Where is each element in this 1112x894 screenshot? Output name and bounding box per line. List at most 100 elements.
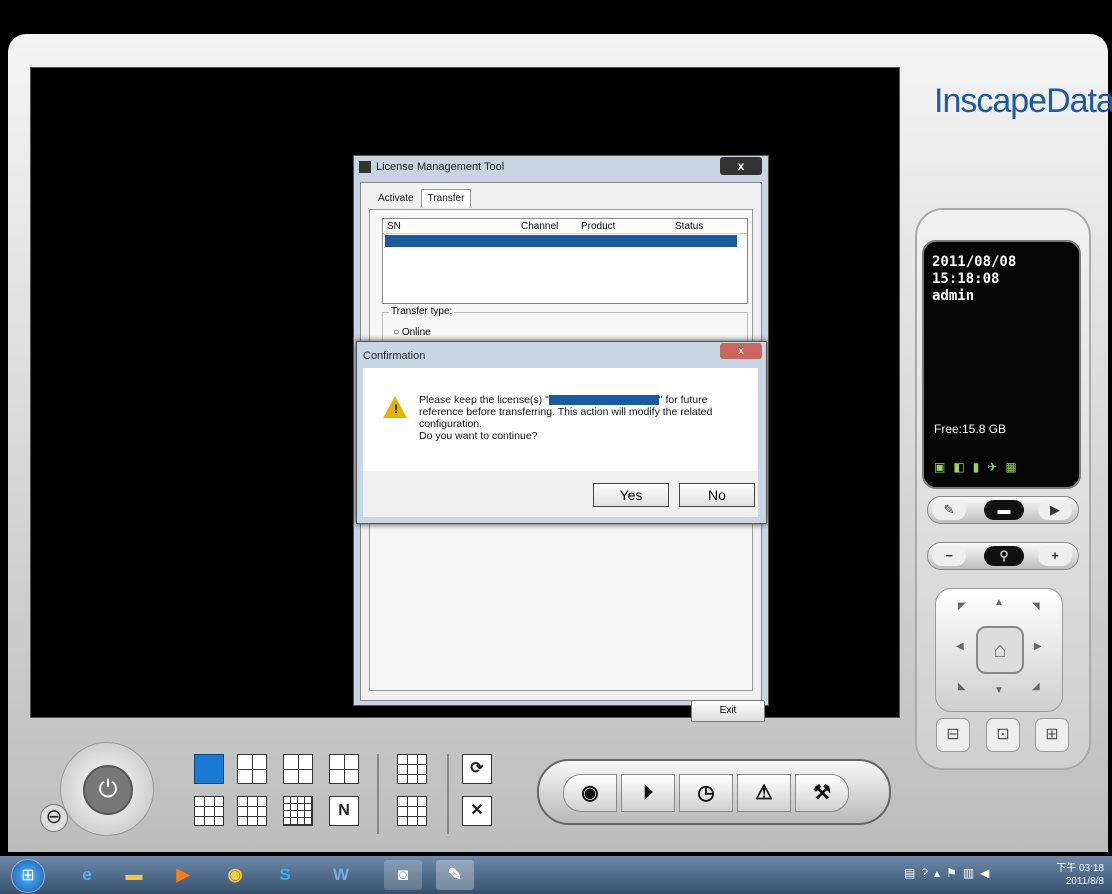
power-button[interactable]: ⏻ bbox=[60, 742, 154, 836]
fit-icon: ⊟ bbox=[946, 726, 960, 743]
left-arrow-icon[interactable]: ◀ bbox=[956, 641, 964, 652]
word-taskbar-button[interactable]: W bbox=[322, 860, 360, 890]
start-button[interactable]: ⊞ bbox=[11, 859, 45, 893]
zoom-out-button[interactable]: − bbox=[932, 546, 966, 566]
minimize-button[interactable]: ⊖ bbox=[40, 804, 68, 832]
close-button[interactable]: x bbox=[720, 157, 762, 175]
app-icon: ◙ bbox=[397, 865, 409, 884]
zoom-button[interactable]: ⚲ bbox=[984, 546, 1024, 566]
layout-9-button[interactable] bbox=[194, 796, 224, 826]
license-list[interactable]: SN Channel Product Status bbox=[382, 218, 748, 304]
word-icon: W bbox=[332, 865, 350, 884]
tab-activate[interactable]: Activate bbox=[371, 189, 421, 208]
plus-icon: + bbox=[1051, 548, 1059, 563]
col-channel[interactable]: Channel bbox=[521, 221, 558, 232]
button-bar: Yes No bbox=[363, 471, 758, 517]
layout-custom-button[interactable] bbox=[397, 754, 427, 784]
satellite-icon: ✈ bbox=[987, 460, 1006, 474]
up-right-arrow-icon[interactable]: ◥ bbox=[1032, 601, 1040, 612]
col-product[interactable]: Product bbox=[581, 221, 615, 232]
explorer-taskbar-button[interactable]: ▬ bbox=[115, 860, 153, 890]
down-arrow-icon[interactable]: ▼ bbox=[994, 685, 1004, 696]
fullscreen-icon: ✕ bbox=[470, 802, 484, 819]
app-icon bbox=[359, 161, 371, 173]
close-button[interactable]: x bbox=[720, 343, 762, 359]
settings-button[interactable]: ⚒ bbox=[795, 774, 849, 812]
speaker-icon: ◧ bbox=[953, 460, 973, 474]
minus-icon: − bbox=[945, 548, 953, 563]
layout-10-button[interactable] bbox=[237, 796, 267, 826]
layout-16-button[interactable] bbox=[283, 796, 313, 826]
confirmation-title: Confirmation bbox=[363, 350, 426, 362]
chrome-taskbar-button[interactable]: ◉ bbox=[216, 860, 254, 890]
play-icon: ▶ bbox=[1050, 502, 1060, 517]
playback-button[interactable]: ⏵ bbox=[621, 774, 675, 812]
ie-taskbar-button[interactable]: e bbox=[68, 860, 106, 890]
layout-8-button[interactable] bbox=[329, 754, 359, 784]
table-row[interactable] bbox=[385, 235, 737, 247]
expand-button[interactable]: ⊞ bbox=[1035, 718, 1069, 752]
layout-6-button[interactable] bbox=[283, 754, 313, 784]
clock[interactable]: 下午 03:18 2011/8/8 bbox=[1056, 862, 1104, 888]
license-title: License Management Tool bbox=[376, 161, 505, 173]
network-icon[interactable]: ▥ bbox=[963, 866, 980, 880]
col-sn[interactable]: SN bbox=[387, 221, 401, 232]
up-arrow-icon[interactable]: ▲ bbox=[994, 597, 1004, 608]
rotate-button[interactable]: ⟳ bbox=[462, 754, 492, 784]
license-tool-icon: ✎ bbox=[447, 865, 463, 884]
license-titlebar[interactable]: License Management Tool x bbox=[354, 156, 768, 180]
no-button[interactable]: No bbox=[679, 483, 755, 507]
clock-time: 下午 03:18 bbox=[1056, 863, 1104, 874]
layout-frame-button[interactable] bbox=[397, 796, 427, 826]
clock-date: 2011/8/8 bbox=[1065, 876, 1104, 887]
keyboard-icon: ▦ bbox=[1005, 460, 1025, 474]
fit-button[interactable]: ⊟ bbox=[936, 718, 970, 752]
system-tray: ▤?▴⚑▥◀ bbox=[904, 866, 995, 880]
center-button[interactable]: ⊡ bbox=[986, 718, 1020, 752]
n-icon: N bbox=[338, 802, 350, 819]
expand-icon: ⊞ bbox=[1045, 726, 1059, 743]
exit-button[interactable]: Exit bbox=[691, 700, 765, 722]
alarm-button[interactable]: ⚠ bbox=[737, 774, 791, 812]
ptz-control: ▲ ▼ ◀ ▶ ◤ ◥ ◣ ◢ ⌂ bbox=[935, 588, 1063, 712]
tab-transfer[interactable]: Transfer bbox=[420, 189, 472, 207]
play-button[interactable]: ▶ bbox=[1038, 500, 1072, 520]
show-hidden-icon[interactable]: ▴ bbox=[934, 866, 946, 880]
help-tray-icon[interactable]: ? bbox=[921, 866, 934, 880]
license-tool-taskbar-button[interactable]: ✎ bbox=[436, 860, 474, 890]
layout-n-button[interactable]: N bbox=[329, 796, 359, 826]
record-button[interactable]: ◉ bbox=[563, 774, 617, 812]
status-icons: ▣◧▮✈▦ bbox=[934, 460, 1025, 474]
right-arrow-icon[interactable]: ▶ bbox=[1034, 641, 1042, 652]
camera-button[interactable]: ▬ bbox=[984, 500, 1024, 520]
volume-icon[interactable]: ◀ bbox=[980, 866, 995, 880]
zoom-in-button[interactable]: + bbox=[1038, 546, 1072, 566]
home-button[interactable]: ⌂ bbox=[976, 626, 1024, 674]
yes-button[interactable]: Yes bbox=[593, 483, 669, 507]
flag-icon[interactable]: ⚑ bbox=[946, 866, 963, 880]
app-taskbar-button[interactable]: ◙ bbox=[384, 860, 422, 890]
keyboard-tray-icon[interactable]: ▤ bbox=[904, 866, 921, 880]
rotate-icon: ⟳ bbox=[470, 760, 484, 777]
col-status[interactable]: Status bbox=[675, 221, 703, 232]
down-left-arrow-icon[interactable]: ◣ bbox=[958, 681, 966, 692]
home-icon: ⌂ bbox=[993, 637, 1007, 662]
online-radio[interactable]: ○ Online bbox=[393, 327, 431, 338]
fullscreen-button[interactable]: ✕ bbox=[462, 796, 492, 826]
layout-4-button[interactable] bbox=[237, 754, 267, 784]
skype-taskbar-button[interactable]: S bbox=[266, 860, 304, 890]
confirmation-dialog: Confirmation x ! Please keep the license… bbox=[356, 341, 767, 524]
ie-icon: e bbox=[82, 865, 92, 884]
header-divider bbox=[383, 233, 747, 234]
schedule-button[interactable]: ◷ bbox=[679, 774, 733, 812]
status-datetime: 2011/08/08 15:18:08 admin bbox=[932, 254, 1016, 305]
media-taskbar-button[interactable]: ▶ bbox=[164, 860, 202, 890]
down-right-arrow-icon[interactable]: ◢ bbox=[1032, 681, 1040, 692]
media-icon: ▶ bbox=[176, 865, 190, 884]
confirmation-message: Please keep the license(s) " " for future… bbox=[419, 394, 713, 442]
confirmation-question: Do you want to continue? bbox=[419, 430, 538, 442]
wrench-button[interactable]: ✎ bbox=[932, 500, 966, 520]
layout-1-button[interactable] bbox=[194, 754, 224, 784]
up-left-arrow-icon[interactable]: ◤ bbox=[958, 601, 966, 612]
message-area: ! Please keep the license(s) " " for futu… bbox=[363, 368, 758, 471]
